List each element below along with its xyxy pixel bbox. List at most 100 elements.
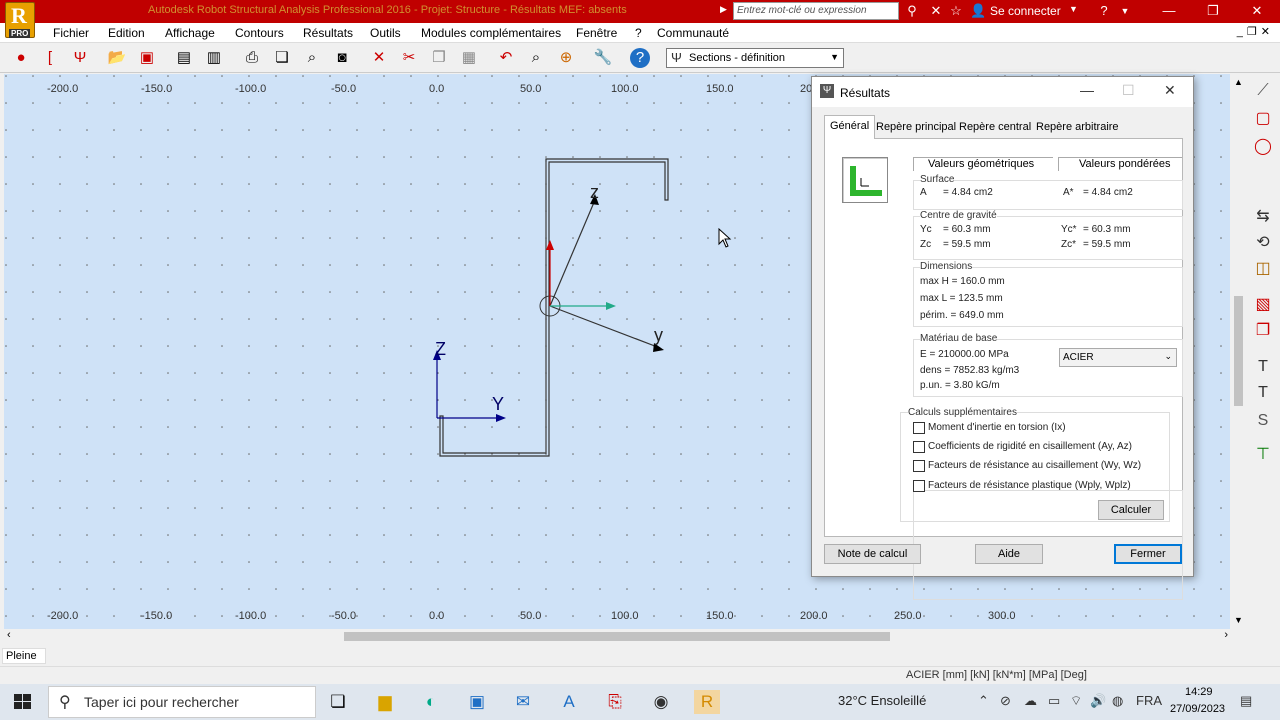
tab-repere-principal[interactable]: Repère principal: [873, 117, 959, 137]
close-button[interactable]: ✕: [1164, 82, 1176, 99]
close-dialog-button[interactable]: Fermer: [1114, 544, 1182, 564]
tab-general[interactable]: Général: [824, 115, 876, 139]
scroll-down-icon[interactable]: ▼: [1234, 615, 1243, 625]
section-icon[interactable]: Ψ: [70, 48, 90, 68]
bracket-icon[interactable]: [: [40, 48, 60, 68]
minimize-button[interactable]: —: [1146, 0, 1192, 23]
rotate-icon[interactable]: ⟲: [1252, 232, 1274, 254]
battery-icon[interactable]: ▭: [1048, 693, 1060, 709]
cloud-icon[interactable]: ☁: [1024, 693, 1037, 709]
robot-app-icon[interactable]: R: [694, 690, 720, 714]
help-icon[interactable]: ?: [1096, 3, 1112, 19]
edge-icon[interactable]: ◐: [418, 690, 444, 714]
rectangle-icon[interactable]: ▢: [1252, 108, 1274, 130]
paste-icon[interactable]: ▦: [459, 48, 479, 68]
save-icon[interactable]: ▣: [137, 48, 157, 68]
help-icon[interactable]: ?: [630, 48, 650, 68]
checkbox-torsion[interactable]: [913, 422, 925, 434]
notification-icon[interactable]: ▤: [1240, 693, 1252, 709]
mdi-window-controls[interactable]: _❐✕: [1237, 25, 1274, 38]
checkbox-shear-stiffness[interactable]: [913, 441, 925, 453]
maximize-button[interactable]: ☐: [1122, 82, 1135, 99]
binoculars-icon[interactable]: ⚲: [904, 3, 920, 19]
search-input[interactable]: Entrez mot-clé ou expression: [733, 2, 899, 20]
hatch-icon[interactable]: ▧: [1252, 294, 1274, 316]
user-icon[interactable]: 👤: [970, 3, 986, 19]
menu-help[interactable]: ?: [635, 26, 642, 40]
material-select[interactable]: ACIER ⌄: [1059, 348, 1177, 367]
app-logo[interactable]: R PRO: [5, 2, 35, 38]
network-off-icon[interactable]: ⊘: [1000, 693, 1011, 709]
checkbox-plastic-resistance[interactable]: [913, 480, 925, 492]
layout-icon[interactable]: ▥: [204, 48, 224, 68]
menu-communaute[interactable]: Communauté: [657, 26, 729, 40]
wifi-icon[interactable]: ⌔: [1070, 693, 1082, 709]
clock-date[interactable]: 27/09/2023: [1170, 703, 1225, 715]
copy-icon[interactable]: ❐: [429, 48, 449, 68]
scroll-thumb[interactable]: [344, 632, 890, 641]
section-select[interactable]: Ψ Sections - définition ▼: [666, 48, 844, 68]
scroll-up-icon[interactable]: ▲: [1234, 77, 1243, 87]
table-icon[interactable]: ▤: [174, 48, 194, 68]
calculation-note-button[interactable]: Note de calcul: [824, 544, 921, 564]
tab-repere-central[interactable]: Repère central: [956, 117, 1034, 137]
mirror-icon[interactable]: ◫: [1252, 258, 1274, 280]
checkbox-shear-resistance[interactable]: [913, 460, 925, 472]
signin-link[interactable]: Se connecter: [990, 4, 1061, 18]
scroll-thumb[interactable]: [1234, 296, 1243, 406]
open-icon[interactable]: 📂: [107, 48, 127, 68]
profile-icon[interactable]: S: [1252, 410, 1274, 432]
move-icon[interactable]: ⇆: [1252, 206, 1274, 228]
scroll-left-icon[interactable]: ‹: [7, 629, 11, 641]
mail-icon[interactable]: ✉: [510, 690, 536, 714]
menu-affichage[interactable]: Affichage: [165, 26, 215, 40]
menu-fichier[interactable]: Fichier: [53, 26, 89, 40]
windows-start-icon[interactable]: [10, 690, 36, 714]
language-indicator[interactable]: FRA: [1136, 693, 1162, 708]
volume-icon[interactable]: 🔊: [1090, 693, 1106, 709]
model-icon[interactable]: ●: [11, 48, 31, 68]
menu-contours[interactable]: Contours: [235, 26, 284, 40]
print-icon[interactable]: ⎙: [242, 48, 262, 68]
wrench-icon[interactable]: 🔧: [593, 48, 613, 68]
zoom-icon[interactable]: ⌕: [526, 48, 546, 68]
tab-repere-arbitraire[interactable]: Repère arbitraire: [1033, 117, 1122, 137]
preview-icon[interactable]: ⌕: [302, 48, 322, 68]
units-indicator[interactable]: ACIER [mm] [kN] [kN*m] [MPa] [Deg]: [906, 669, 1087, 681]
zoom-all-icon[interactable]: ⊕: [556, 48, 576, 68]
tools-icon[interactable]: ✕: [928, 3, 944, 19]
table-t-icon[interactable]: T: [1252, 356, 1274, 378]
clock-time[interactable]: 14:29: [1185, 686, 1213, 698]
beam-icon[interactable]: ⊤: [1252, 444, 1274, 466]
view-tab-pleine[interactable]: Pleine: [2, 648, 46, 664]
chevron-up-icon[interactable]: ⌃: [978, 693, 989, 709]
acrobat-icon[interactable]: ⎘: [602, 690, 628, 714]
search-expand-icon[interactable]: ▶: [720, 4, 732, 18]
menu-edition[interactable]: Edition: [108, 26, 145, 40]
delete-icon[interactable]: ✕: [369, 48, 389, 68]
file-explorer-icon[interactable]: ▆: [372, 690, 398, 714]
minimize-button[interactable]: —: [1080, 82, 1094, 98]
calculate-button[interactable]: Calculer: [1098, 500, 1164, 520]
camera-icon[interactable]: ◙: [332, 48, 352, 68]
chevron-down-icon[interactable]: ▼: [1069, 4, 1078, 14]
restore-button[interactable]: ❐: [1190, 0, 1236, 23]
book-icon[interactable]: ❏: [272, 48, 292, 68]
undo-icon[interactable]: ↶: [496, 48, 516, 68]
menu-fenetre[interactable]: Fenêtre: [576, 26, 617, 40]
menu-resultats[interactable]: Résultats: [303, 26, 353, 40]
horizontal-scrollbar[interactable]: ‹ ›: [4, 629, 1231, 644]
vertical-scrollbar[interactable]: ▲ ▼: [1231, 74, 1246, 629]
menu-modules[interactable]: Modules complémentaires: [421, 26, 561, 40]
store-icon[interactable]: ▣: [464, 690, 490, 714]
autocad-icon[interactable]: A: [556, 690, 582, 714]
scroll-right-icon[interactable]: ›: [1224, 629, 1228, 641]
star-icon[interactable]: ☆: [948, 3, 964, 19]
close-button[interactable]: ✕: [1234, 0, 1280, 23]
weather-widget[interactable]: 32°C Ensoleillé: [838, 693, 926, 708]
copy-shape-icon[interactable]: ❐: [1252, 320, 1274, 342]
cut-icon[interactable]: ✂: [399, 48, 419, 68]
taskbar-search-input[interactable]: ⚲ Taper ici pour rechercher: [48, 686, 316, 718]
task-view-icon[interactable]: ❏: [325, 690, 351, 714]
menu-outils[interactable]: Outils: [370, 26, 401, 40]
